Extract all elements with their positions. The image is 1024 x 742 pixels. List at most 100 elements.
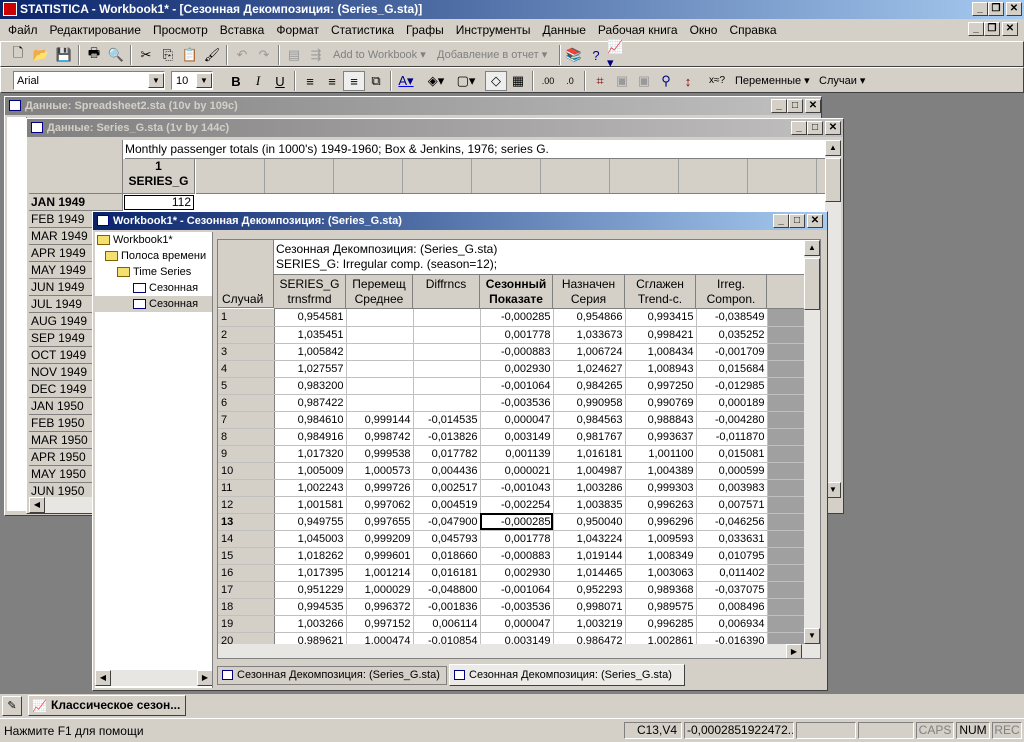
table-cell[interactable]: -0,001043 xyxy=(480,479,554,497)
table-cell[interactable] xyxy=(346,360,414,378)
table-cell[interactable]: 0,007571 xyxy=(696,496,768,514)
table-cell[interactable]: 0,017782 xyxy=(413,445,481,463)
align-center-icon[interactable]: ≡ xyxy=(321,71,343,91)
table-cell[interactable]: 0,008496 xyxy=(696,598,768,616)
table-cell[interactable]: 1,003063 xyxy=(625,564,697,582)
table-cell[interactable]: 1,003219 xyxy=(553,615,626,633)
row-id[interactable]: 4 xyxy=(218,360,275,378)
highlight-icon[interactable]: ◇ xyxy=(485,71,507,91)
table-cell[interactable]: 0,002517 xyxy=(413,479,481,497)
maximize-button[interactable]: □ xyxy=(807,121,823,135)
merge-icon[interactable]: ⧉ xyxy=(365,71,387,91)
menu-item[interactable]: Окно xyxy=(684,23,724,37)
column-header[interactable]: Назначен Серия xyxy=(553,275,625,309)
table-cell[interactable]: 1,017395 xyxy=(274,564,347,582)
filter-icon[interactable]: ⚲ xyxy=(655,71,677,91)
cases-icon[interactable]: ▣ xyxy=(611,71,633,91)
table-cell[interactable]: -0,004280 xyxy=(696,411,768,429)
row-id[interactable]: 3 xyxy=(218,343,275,361)
row-id[interactable]: 12 xyxy=(218,496,275,514)
table-cell[interactable]: 0,984610 xyxy=(274,411,347,429)
mdi-restore-button[interactable]: ❐ xyxy=(984,22,1000,36)
table-cell[interactable]: 0,996296 xyxy=(625,513,697,531)
table-cell[interactable]: 1,008349 xyxy=(625,547,697,565)
table-cell[interactable]: -0,012985 xyxy=(696,377,768,395)
table-cell[interactable]: 1,018262 xyxy=(274,547,347,565)
menu-item[interactable]: Справка xyxy=(723,23,782,37)
table-cell[interactable]: 1,004987 xyxy=(553,462,626,480)
table-cell[interactable]: 1,014465 xyxy=(553,564,626,582)
table-cell[interactable]: 0,996263 xyxy=(625,496,697,514)
tab-decomposition-2[interactable]: Сезонная Декомпозиция: (Series_G.sta) xyxy=(449,664,685,686)
table-cell[interactable]: 0,999726 xyxy=(346,479,414,497)
spreadsheet2-title-bar[interactable]: Данные: Spreadsheet2.sta (10v by 109c) xyxy=(5,97,821,115)
close-button[interactable]: ✕ xyxy=(825,121,841,135)
table-cell[interactable]: 0,001778 xyxy=(480,530,554,548)
table-cell[interactable]: -0,038549 xyxy=(696,309,768,327)
close-button[interactable]: ✕ xyxy=(807,214,823,228)
pen-icon[interactable]: ✎ xyxy=(2,696,22,716)
help-pointer-icon[interactable]: ? xyxy=(585,45,607,65)
table-cell[interactable]: 0,999144 xyxy=(346,411,414,429)
table-cell[interactable]: 0,003149 xyxy=(480,428,554,446)
table-cell[interactable]: 0,950040 xyxy=(553,513,626,531)
table-cell[interactable]: 0,983200 xyxy=(274,377,347,395)
table-cell[interactable]: 0,998742 xyxy=(346,428,414,446)
table-cell[interactable]: 0,000047 xyxy=(480,615,554,633)
table-cell[interactable] xyxy=(413,394,481,412)
table-cell[interactable]: 0,997152 xyxy=(346,615,414,633)
table-cell[interactable]: 0,016181 xyxy=(413,564,481,582)
table-cell[interactable]: 0,001139 xyxy=(480,445,554,463)
table-cell[interactable]: 0,989575 xyxy=(625,598,697,616)
menu-item[interactable]: Данные xyxy=(537,23,592,37)
table-cell[interactable]: 0,990769 xyxy=(625,394,697,412)
font-select[interactable]: Arial ▼ xyxy=(13,71,165,90)
column-header[interactable]: Сглажен Trend-c. xyxy=(625,275,696,309)
table-cell[interactable]: 1,006724 xyxy=(553,343,626,361)
table-cell[interactable]: 1,004389 xyxy=(625,462,697,480)
table-cell[interactable]: 1,035451 xyxy=(274,326,347,344)
row-id[interactable]: 8 xyxy=(218,428,275,446)
series-g-title-bar[interactable]: Данные: Series_G.sta (1v by 144c) xyxy=(27,119,843,137)
align-left-icon[interactable]: ≡ xyxy=(299,71,321,91)
row-id[interactable]: 18 xyxy=(218,598,275,616)
first-cell[interactable]: 112 xyxy=(124,195,194,210)
table-cell[interactable] xyxy=(413,377,481,395)
table-cell[interactable]: -0,003536 xyxy=(480,598,554,616)
scroll-left-icon[interactable]: ◀ xyxy=(29,497,45,513)
minimize-button[interactable]: _ xyxy=(773,214,789,228)
table-cell[interactable]: 1,005842 xyxy=(274,343,347,361)
cases-menu[interactable]: Случаи ▾ xyxy=(819,74,865,87)
row-label[interactable]: JAN 1949 xyxy=(29,194,123,211)
taskbar-item[interactable]: 📈 Классическое сезон... xyxy=(28,695,186,716)
table-cell[interactable]: 0,035252 xyxy=(696,326,768,344)
close-button[interactable]: ✕ xyxy=(805,99,821,113)
row-id[interactable]: 13 xyxy=(218,513,275,531)
menu-item[interactable]: Вставка xyxy=(214,23,271,37)
table-cell[interactable]: 0,997655 xyxy=(346,513,414,531)
column-header[interactable]: Перемещ Среднее xyxy=(346,275,413,309)
add-to-report-button[interactable]: Добавление в отчет ▾ xyxy=(437,48,547,61)
table-cell[interactable] xyxy=(346,394,414,412)
row-id[interactable]: 19 xyxy=(218,615,275,633)
maximize-button[interactable]: □ xyxy=(789,214,805,228)
menu-item[interactable]: Формат xyxy=(270,23,325,37)
table-cell[interactable]: -0,000285 xyxy=(480,513,554,531)
table-cell[interactable]: -0,000883 xyxy=(480,343,554,361)
tree-node[interactable]: Полоса времени xyxy=(95,248,212,264)
redo-icon[interactable]: ↷ xyxy=(253,45,275,65)
mdi-close-button[interactable]: ✕ xyxy=(1002,22,1018,36)
print-preview-icon[interactable]: 🔍 xyxy=(105,45,127,65)
undo-icon[interactable]: ↶ xyxy=(231,45,253,65)
table-cell[interactable]: 0,954866 xyxy=(553,309,626,327)
menu-item[interactable]: Статистика xyxy=(325,23,400,37)
table-cell[interactable]: 1,017320 xyxy=(274,445,347,463)
row-id[interactable]: 15 xyxy=(218,547,275,565)
table-cell[interactable] xyxy=(413,343,481,361)
table-cell[interactable]: 0,996285 xyxy=(625,615,697,633)
table-cell[interactable] xyxy=(346,309,414,327)
table-cell[interactable]: 0,989368 xyxy=(625,581,697,599)
align-right-icon[interactable]: ≡ xyxy=(343,71,365,91)
table-cell[interactable]: 1,003266 xyxy=(274,615,347,633)
row-id[interactable]: 7 xyxy=(218,411,275,429)
